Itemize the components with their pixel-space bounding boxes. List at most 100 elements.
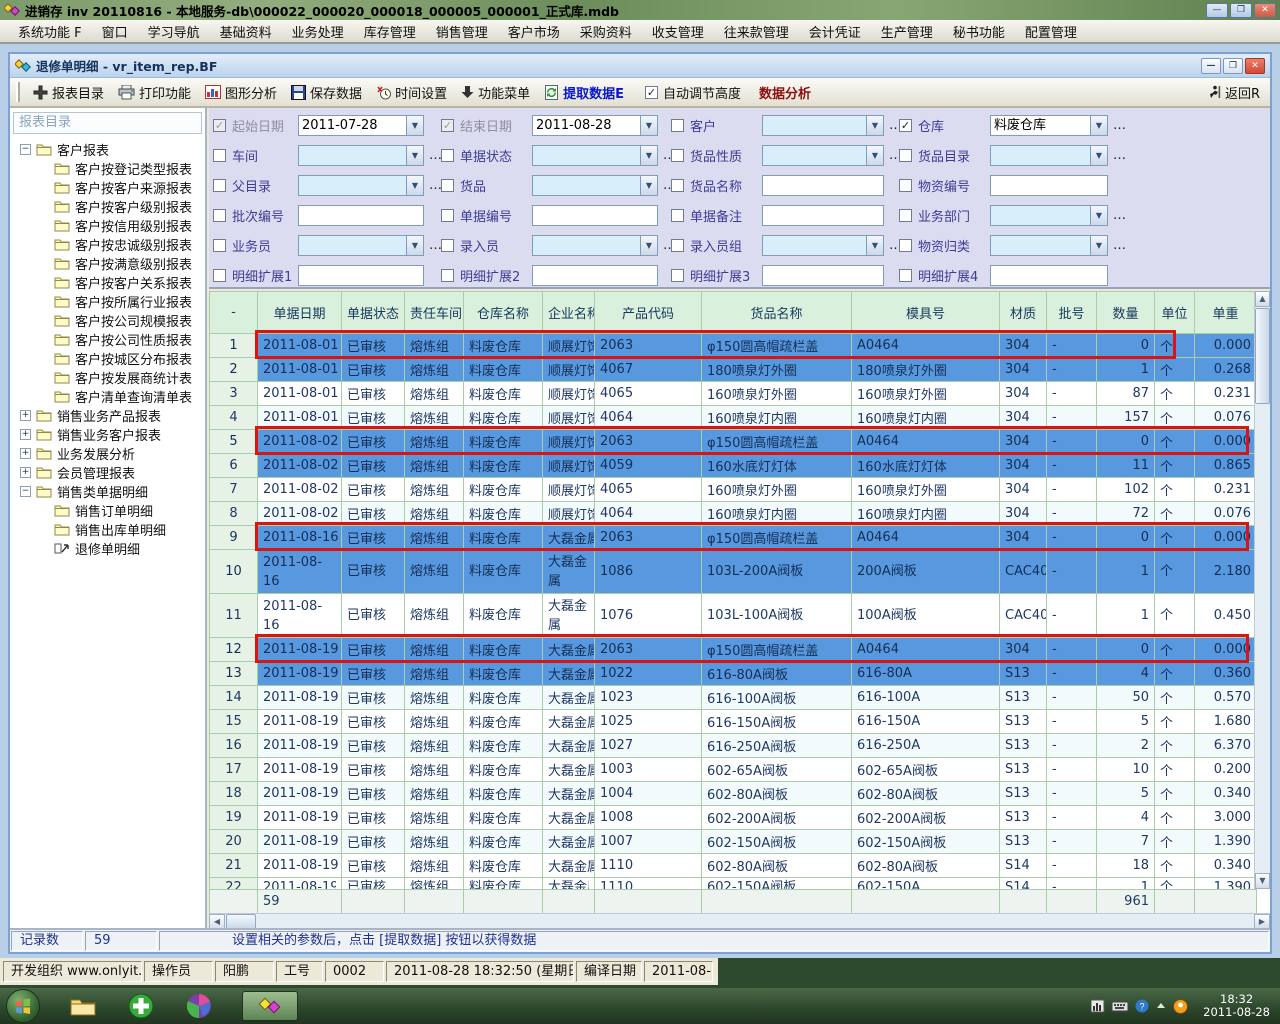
column-header[interactable]: 单据状态 — [342, 292, 405, 334]
table-row[interactable]: 62011-08-02已审核熔炼组料废仓库顺展灯饰4059160水底灯灯体160… — [210, 454, 1257, 478]
toolbar-button-chart[interactable]: 图形分析 — [198, 80, 284, 105]
scroll-down-icon[interactable]: ▼ — [1255, 873, 1270, 889]
filter-checkbox[interactable] — [671, 149, 684, 162]
column-header[interactable]: 单重 — [1195, 292, 1257, 334]
table-row[interactable]: 22011-08-01已审核熔炼组料废仓库顺展灯饰4067180喷泉灯外圈180… — [210, 358, 1257, 382]
column-header[interactable]: 批号 — [1047, 292, 1097, 334]
filter-checkbox[interactable] — [213, 149, 226, 162]
menu-item[interactable]: 销售管理 — [426, 19, 498, 44]
column-header[interactable]: - — [210, 292, 258, 334]
column-header[interactable]: 材质 — [1000, 292, 1047, 334]
table-row[interactable]: 32011-08-01已审核熔炼组料废仓库顺展灯饰4065160喷泉灯外圈160… — [210, 382, 1257, 406]
tray-keyboard-icon[interactable] — [1112, 1000, 1128, 1012]
filter-combo[interactable]: ▼ — [762, 115, 884, 136]
column-header[interactable]: 企业名称 — [543, 292, 595, 334]
filter-checkbox[interactable] — [671, 119, 684, 132]
menu-item[interactable]: 窗口 — [92, 19, 138, 44]
tray-chart-icon[interactable] — [1091, 999, 1105, 1013]
filter-input[interactable] — [532, 205, 658, 226]
filter-combo[interactable]: ▼ — [532, 145, 658, 166]
chevron-down-icon[interactable]: ▼ — [866, 236, 883, 255]
column-header[interactable]: 模具号 — [852, 292, 1000, 334]
start-button[interactable] — [6, 989, 40, 1023]
filter-checkbox[interactable] — [213, 269, 226, 282]
tray-app-icon[interactable] — [1173, 999, 1188, 1014]
tree-item[interactable]: 客户按登记类型报表 — [12, 159, 205, 178]
tree-item[interactable]: 客户按公司规模报表 — [12, 311, 205, 330]
tree-item[interactable]: +业务发展分析 — [12, 444, 205, 463]
window-maximize-button[interactable]: ❐ — [1230, 3, 1252, 18]
filter-combo[interactable]: ▼ — [990, 145, 1108, 166]
toolbar-button-printer[interactable]: 打印功能 — [111, 80, 198, 105]
toolbar-button-clock[interactable]: 时间设置 — [369, 80, 454, 105]
filter-combo[interactable]: ▼ — [532, 235, 658, 256]
taskbar-media-button[interactable] — [184, 991, 214, 1021]
doc-close-button[interactable]: ✕ — [1245, 58, 1265, 74]
menu-item[interactable]: 往来款管理 — [714, 19, 799, 44]
tree-item[interactable]: 客户按城区分布报表 — [12, 349, 205, 368]
filter-checkbox[interactable] — [671, 239, 684, 252]
column-header[interactable]: 单位 — [1155, 292, 1195, 334]
menu-item[interactable]: 基础资料 — [210, 19, 282, 44]
filter-checkbox[interactable] — [671, 209, 684, 222]
vertical-scrollbar[interactable]: ▲ ▼ — [1254, 291, 1270, 889]
filter-input[interactable] — [990, 175, 1108, 196]
auto-height-checkbox[interactable] — [645, 86, 658, 99]
table-row[interactable]: 122011-08-19已审核熔炼组料废仓库大磊金属2063φ150圆高帽疏栏盖… — [210, 638, 1257, 662]
vertical-scroll-thumb[interactable] — [1255, 308, 1270, 404]
tree-item[interactable]: +销售业务产品报表 — [12, 406, 205, 425]
filter-combo[interactable]: 料废仓库▼ — [990, 115, 1108, 136]
chevron-down-icon[interactable]: ▼ — [640, 116, 657, 135]
tray-expand-icon[interactable] — [1156, 1001, 1166, 1011]
tree-item[interactable]: 客户按信用级别报表 — [12, 216, 205, 235]
tree-item[interactable]: 销售出库单明细 — [12, 520, 205, 539]
menu-item[interactable]: 采购资料 — [570, 19, 642, 44]
tree-item[interactable]: 客户按忠诚级别报表 — [12, 235, 205, 254]
tree-item[interactable]: 客户按所属行业报表 — [12, 292, 205, 311]
taskbar-folder-button[interactable] — [68, 991, 98, 1021]
collapse-icon[interactable]: − — [20, 144, 31, 155]
filter-combo[interactable]: ▼ — [298, 175, 424, 196]
menu-item[interactable]: 秘书功能 — [943, 19, 1015, 44]
filter-combo[interactable]: ▼ — [298, 145, 424, 166]
column-header[interactable]: 仓库名称 — [464, 292, 543, 334]
filter-input[interactable] — [298, 265, 424, 286]
filter-combo[interactable]: ▼ — [762, 235, 884, 256]
scroll-up-icon[interactable]: ▲ — [1255, 291, 1270, 307]
filter-checkbox[interactable] — [899, 119, 912, 132]
menu-item[interactable]: 学习导航 — [138, 19, 210, 44]
filter-input[interactable] — [762, 265, 884, 286]
data-analysis-button[interactable]: 数据分析 — [759, 83, 811, 102]
toolbar-grip[interactable] — [16, 82, 20, 102]
filter-checkbox[interactable] — [441, 179, 454, 192]
filter-checkbox[interactable] — [899, 149, 912, 162]
filter-more-button[interactable]: … — [1113, 148, 1127, 163]
table-row[interactable]: 202011-08-19已审核熔炼组料废仓库大磊金属1007602-150A阀板… — [210, 830, 1257, 854]
table-row[interactable]: 82011-08-02已审核熔炼组料废仓库顺展灯饰4064160喷泉灯内圈160… — [210, 502, 1257, 526]
filter-checkbox[interactable] — [899, 209, 912, 222]
filter-checkbox[interactable] — [213, 209, 226, 222]
tree-item[interactable]: 客户按发展商统计表 — [12, 368, 205, 387]
chevron-down-icon[interactable]: ▼ — [406, 236, 423, 255]
filter-more-button[interactable]: … — [1113, 118, 1127, 133]
filter-input[interactable] — [298, 205, 424, 226]
table-row[interactable]: 152011-08-19已审核熔炼组料废仓库大磊金属1025616-150A阀板… — [210, 710, 1257, 734]
chevron-down-icon[interactable]: ▼ — [866, 146, 883, 165]
table-row[interactable]: 102011-08-16已审核熔炼组料废仓库大磊金属1086103L-200A阀… — [210, 550, 1257, 594]
return-button[interactable]: 返回R — [1207, 83, 1264, 102]
filter-combo[interactable]: ▼ — [990, 235, 1108, 256]
filter-combo[interactable]: ▼ — [990, 205, 1108, 226]
filter-input[interactable] — [762, 205, 884, 226]
chevron-down-icon[interactable]: ▼ — [640, 176, 657, 195]
chevron-down-icon[interactable]: ▼ — [1090, 146, 1107, 165]
table-row[interactable]: 132011-08-19已审核熔炼组料废仓库大磊金属1022616-80A阀板6… — [210, 662, 1257, 686]
menu-item[interactable]: 收支管理 — [642, 19, 714, 44]
filter-checkbox[interactable] — [441, 149, 454, 162]
filter-combo[interactable]: ▼ — [298, 235, 424, 256]
filter-more-button[interactable]: … — [1113, 238, 1127, 253]
window-close-button[interactable]: ✕ — [1254, 3, 1276, 18]
filter-input[interactable] — [990, 265, 1108, 286]
chevron-down-icon[interactable]: ▼ — [640, 236, 657, 255]
tree-item[interactable]: −销售类单据明细 — [12, 482, 205, 501]
filter-combo[interactable]: 2011-07-28▼ — [298, 115, 424, 136]
